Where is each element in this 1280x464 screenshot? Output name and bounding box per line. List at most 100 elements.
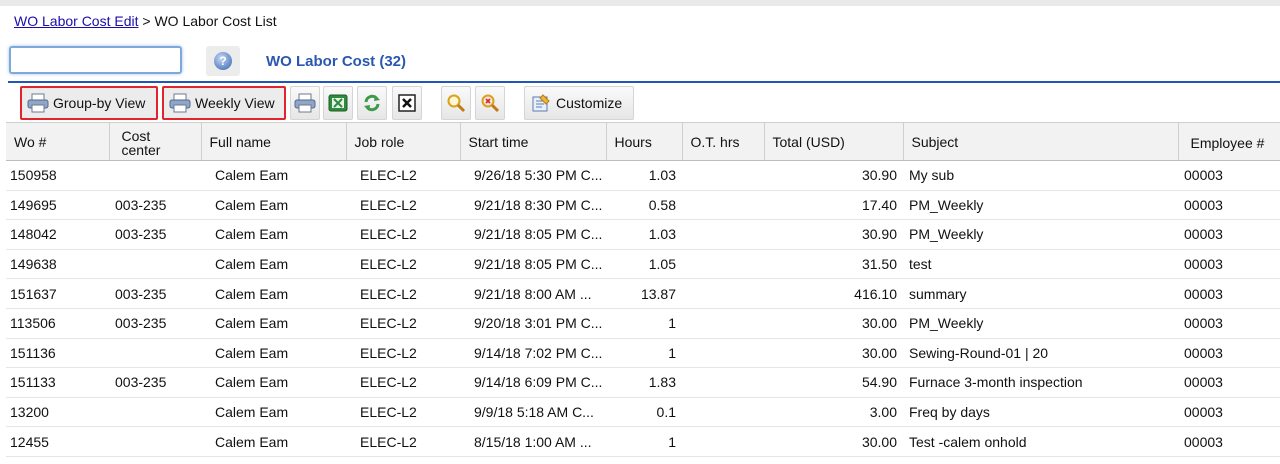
- clear-search-button[interactable]: [475, 86, 505, 120]
- cell-employee-number: 00003: [1178, 338, 1280, 369]
- top-strip: [0, 0, 1280, 6]
- column-header-cost-center[interactable]: Cost center: [109, 122, 202, 161]
- export-excel-button[interactable]: [323, 86, 353, 120]
- labor-cost-grid: Wo # Cost center Full name Job role Star…: [6, 122, 1280, 457]
- cell-hours: 1: [606, 426, 682, 457]
- cell-subject: test: [903, 249, 1178, 280]
- cell-hours: 1: [606, 308, 682, 339]
- cell-total-usd: 30.00: [764, 308, 903, 339]
- cell-subject: Furnace 3-month inspection: [903, 367, 1178, 398]
- cell-ot-hours: [682, 308, 764, 339]
- cell-cost-center: [109, 397, 201, 428]
- cell-subject: PM_Weekly: [903, 308, 1178, 339]
- cell-ot-hours: [682, 249, 764, 280]
- cell-full-name: Calem Eam: [201, 338, 346, 369]
- column-header-ot-hours[interactable]: O.T. hrs: [682, 122, 765, 161]
- cell-hours: 13.87: [606, 278, 682, 309]
- cell-full-name: Calem Eam: [201, 367, 346, 398]
- cell-ot-hours: [682, 426, 764, 457]
- cell-employee-number: 00003: [1178, 397, 1280, 428]
- column-header-wo-number[interactable]: Wo #: [6, 122, 110, 161]
- cell-employee-number: 00003: [1178, 367, 1280, 398]
- column-header-start-time[interactable]: Start time: [460, 122, 607, 161]
- table-row[interactable]: 151637 003-235 Calem Eam ELEC-L2 9/21/18 8:0…: [6, 278, 1280, 309]
- cell-employee-number: 00003: [1178, 219, 1280, 250]
- cell-ot-hours: [682, 397, 764, 428]
- cell-total-usd: 30.90: [764, 160, 903, 191]
- search-row: ? WO Labor Cost (32): [0, 44, 1280, 80]
- cell-subject: PM_Weekly: [903, 219, 1178, 250]
- cell-full-name: Calem Eam: [201, 397, 346, 428]
- cell-ot-hours: [682, 367, 764, 398]
- cell-wo-number: 149638: [6, 249, 109, 280]
- help-icon: ?: [214, 52, 232, 70]
- cell-job-role: ELEC-L2: [346, 397, 460, 428]
- weekly-view-label: Weekly View: [195, 95, 275, 111]
- cell-subject: Test -calem onhold: [903, 426, 1178, 457]
- cell-full-name: Calem Eam: [201, 249, 346, 280]
- cell-hours: 1.83: [606, 367, 682, 398]
- cell-wo-number: 150958: [6, 160, 109, 191]
- cell-subject: Sewing-Round-01 | 20: [903, 338, 1178, 369]
- close-button[interactable]: [392, 86, 422, 120]
- cell-job-role: ELEC-L2: [346, 190, 460, 221]
- cell-wo-number: 148042: [6, 219, 109, 250]
- table-row[interactable]: 12455 Calem Eam ELEC-L2 8/15/18 1:00 AM ...…: [6, 426, 1280, 457]
- search-input[interactable]: [9, 46, 182, 74]
- cell-start-time: 9/9/18 5:18 AM C...: [460, 397, 606, 428]
- refresh-button[interactable]: [357, 86, 387, 120]
- cell-wo-number: 113506: [6, 308, 109, 339]
- column-header-full-name[interactable]: Full name: [201, 122, 347, 161]
- cell-subject: summary: [903, 278, 1178, 309]
- cell-start-time: 9/20/18 3:01 PM C...: [460, 308, 606, 339]
- cell-hours: 0.1: [606, 397, 682, 428]
- table-row[interactable]: 150958 Calem Eam ELEC-L2 9/26/18 5:30 PM C.…: [6, 160, 1280, 191]
- breadcrumb-link-wo-labor-cost-edit[interactable]: WO Labor Cost Edit: [14, 13, 139, 29]
- help-button[interactable]: ?: [206, 46, 240, 76]
- weekly-view-button[interactable]: Weekly View: [162, 86, 286, 120]
- cell-job-role: ELEC-L2: [346, 278, 460, 309]
- column-header-employee-number[interactable]: Employee #: [1178, 122, 1280, 161]
- table-row[interactable]: 148042 003-235 Calem Eam ELEC-L2 9/21/18 8:0…: [6, 219, 1280, 250]
- cell-employee-number: 00003: [1178, 190, 1280, 221]
- cell-cost-center: 003-235: [109, 190, 201, 221]
- cell-subject: PM_Weekly: [903, 190, 1178, 221]
- cell-start-time: 9/26/18 5:30 PM C...: [460, 160, 606, 191]
- labor-cost-table: Wo # Cost center Full name Job role Star…: [6, 122, 1280, 457]
- table-row[interactable]: 151136 Calem Eam ELEC-L2 9/14/18 7:02 PM C.…: [6, 338, 1280, 369]
- column-header-hours[interactable]: Hours: [606, 122, 683, 161]
- column-header-subject[interactable]: Subject: [903, 122, 1179, 161]
- cell-wo-number: 151637: [6, 278, 109, 309]
- cell-ot-hours: [682, 219, 764, 250]
- print-button[interactable]: [290, 86, 320, 120]
- customize-button[interactable]: Customize: [524, 86, 634, 120]
- printer-icon: [26, 91, 50, 115]
- table-row[interactable]: 151133 003-235 Calem Eam ELEC-L2 9/14/18 6:0…: [6, 367, 1280, 398]
- cell-start-time: 9/21/18 8:05 PM C...: [460, 219, 606, 250]
- cell-employee-number: 00003: [1178, 308, 1280, 339]
- cell-employee-number: 00003: [1178, 249, 1280, 280]
- cell-full-name: Calem Eam: [201, 190, 346, 221]
- table-row[interactable]: 113506 003-235 Calem Eam ELEC-L2 9/20/18 3:0…: [6, 308, 1280, 339]
- cell-cost-center: [109, 160, 201, 191]
- excel-export-icon: [326, 91, 350, 115]
- cell-full-name: Calem Eam: [201, 426, 346, 457]
- search-button[interactable]: [441, 86, 471, 120]
- cell-ot-hours: [682, 160, 764, 191]
- list-title: WO Labor Cost (32): [266, 53, 407, 70]
- search-icon: [444, 91, 468, 115]
- cell-hours: 1.03: [606, 219, 682, 250]
- column-header-total-usd[interactable]: Total (USD): [764, 122, 904, 161]
- printer-icon: [168, 91, 192, 115]
- table-row[interactable]: 149695 003-235 Calem Eam ELEC-L2 9/21/18 8:3…: [6, 190, 1280, 221]
- table-row[interactable]: 149638 Calem Eam ELEC-L2 9/21/18 8:05 PM C.…: [6, 249, 1280, 280]
- cell-start-time: 9/14/18 7:02 PM C...: [460, 338, 606, 369]
- column-header-job-role[interactable]: Job role: [346, 122, 461, 161]
- cell-total-usd: 17.40: [764, 190, 903, 221]
- cell-job-role: ELEC-L2: [346, 338, 460, 369]
- group-by-view-button[interactable]: Group-by View: [20, 86, 158, 120]
- cell-job-role: ELEC-L2: [346, 160, 460, 191]
- refresh-icon: [360, 91, 384, 115]
- breadcrumb-separator: >: [138, 13, 155, 29]
- table-row[interactable]: 13200 Calem Eam ELEC-L2 9/9/18 5:18 AM C...…: [6, 397, 1280, 428]
